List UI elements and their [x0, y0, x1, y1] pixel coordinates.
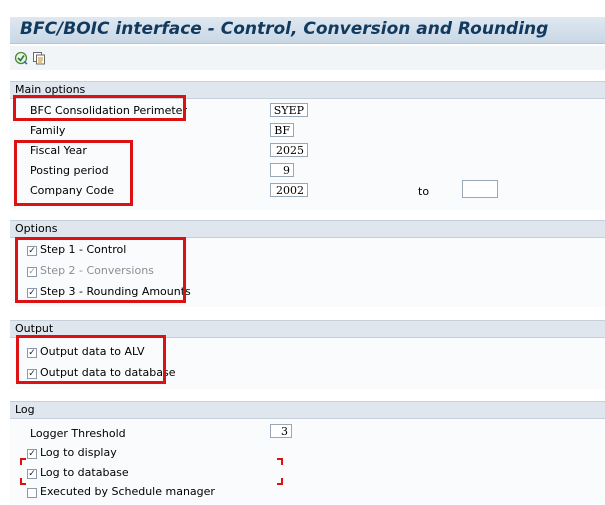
highlight-perimeter	[13, 95, 186, 121]
bracket-top-left	[20, 458, 26, 465]
bracket-bottom-right	[277, 478, 283, 485]
log-title: Log	[15, 403, 35, 416]
family-field[interactable]: BF	[270, 123, 294, 137]
perimeter-field[interactable]: SYEP	[270, 103, 308, 117]
to-label: to	[418, 185, 430, 198]
bracket-bottom-left	[20, 478, 26, 485]
logger-threshold-label: Logger Threshold	[30, 427, 126, 440]
title-bar: BFC/BOIC interface - Control, Conversion…	[10, 17, 605, 44]
log-header: Log	[10, 402, 605, 419]
log-database-label: Log to database	[40, 466, 129, 479]
options-title: Options	[15, 222, 58, 235]
output-title: Output	[15, 322, 54, 335]
fiscal-year-field[interactable]: 2025	[270, 143, 308, 157]
execute-icon[interactable]	[14, 51, 28, 65]
log-display-checkbox[interactable]: ✓	[27, 449, 37, 459]
page-title: BFC/BOIC interface - Control, Conversion…	[20, 19, 549, 39]
highlight-output	[16, 335, 166, 384]
schedule-checkbox[interactable]	[27, 488, 37, 498]
company-code-to-field[interactable]	[462, 180, 498, 198]
log-database-checkbox[interactable]: ✓	[27, 469, 37, 479]
highlight-options	[15, 237, 186, 303]
bracket-top-right	[277, 458, 283, 465]
options-header: Options	[10, 221, 605, 238]
toolbar	[10, 46, 605, 70]
log-group: Log Logger Threshold 3 ✓ Log to display …	[10, 401, 605, 505]
variants-icon[interactable]	[32, 51, 46, 65]
highlight-period-fields	[14, 140, 133, 206]
posting-period-field[interactable]: 9	[270, 163, 294, 177]
log-display-label: Log to display	[40, 446, 117, 459]
company-code-field[interactable]: 2002	[270, 183, 308, 197]
schedule-label: Executed by Schedule manager	[40, 485, 215, 498]
family-label: Family	[30, 124, 66, 137]
logger-threshold-field[interactable]: 3	[270, 424, 292, 438]
